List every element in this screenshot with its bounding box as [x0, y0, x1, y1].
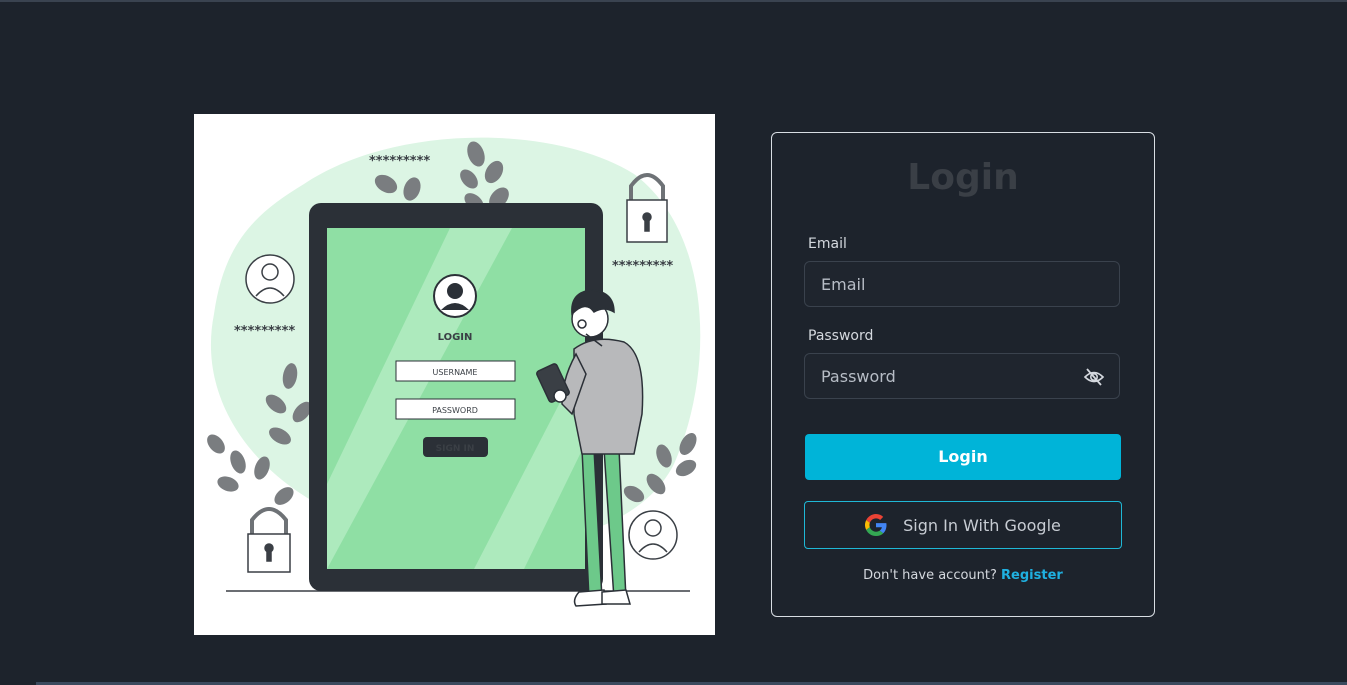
password-field[interactable] — [805, 354, 1119, 398]
user-circle-icon-left — [245, 254, 295, 304]
padlock-icon-top-right — [626, 173, 668, 243]
user-circle-icon-right — [628, 510, 678, 560]
login-card: Login Email Password Login Sign In With … — [771, 132, 1155, 617]
page-title: Login — [907, 157, 1019, 198]
top-border — [0, 0, 1347, 2]
screen-login-label: LOGIN — [438, 332, 473, 343]
google-button-label: Sign In With Google — [903, 515, 1061, 535]
login-button[interactable]: Login — [805, 434, 1121, 480]
masked-text-left: ********* — [234, 324, 295, 339]
password-label: Password — [808, 328, 874, 344]
screen-password-label: PASSWORD — [432, 406, 478, 415]
password-field-wrapper — [804, 353, 1120, 399]
eye-slash-icon[interactable] — [1083, 367, 1105, 387]
email-label: Email — [808, 236, 847, 252]
register-link[interactable]: Register — [1001, 568, 1063, 583]
login-illustration: LOGIN USERNAME PASSWORD SIGN IN ********… — [194, 114, 715, 635]
google-g-icon — [865, 514, 887, 536]
no-account-text: Don't have account? — [863, 568, 997, 583]
email-field[interactable] — [805, 262, 1119, 306]
register-prompt: Don't have account? Register — [772, 568, 1154, 583]
google-sign-in-button[interactable]: Sign In With Google — [804, 501, 1122, 549]
masked-text-top: ********* — [369, 154, 430, 169]
screen-username-label: USERNAME — [433, 368, 478, 377]
masked-text-right: ********* — [612, 259, 673, 274]
screen-signin-label: SIGN IN — [436, 444, 475, 454]
padlock-icon-bottom-left — [247, 507, 291, 573]
email-field-wrapper — [804, 261, 1120, 307]
